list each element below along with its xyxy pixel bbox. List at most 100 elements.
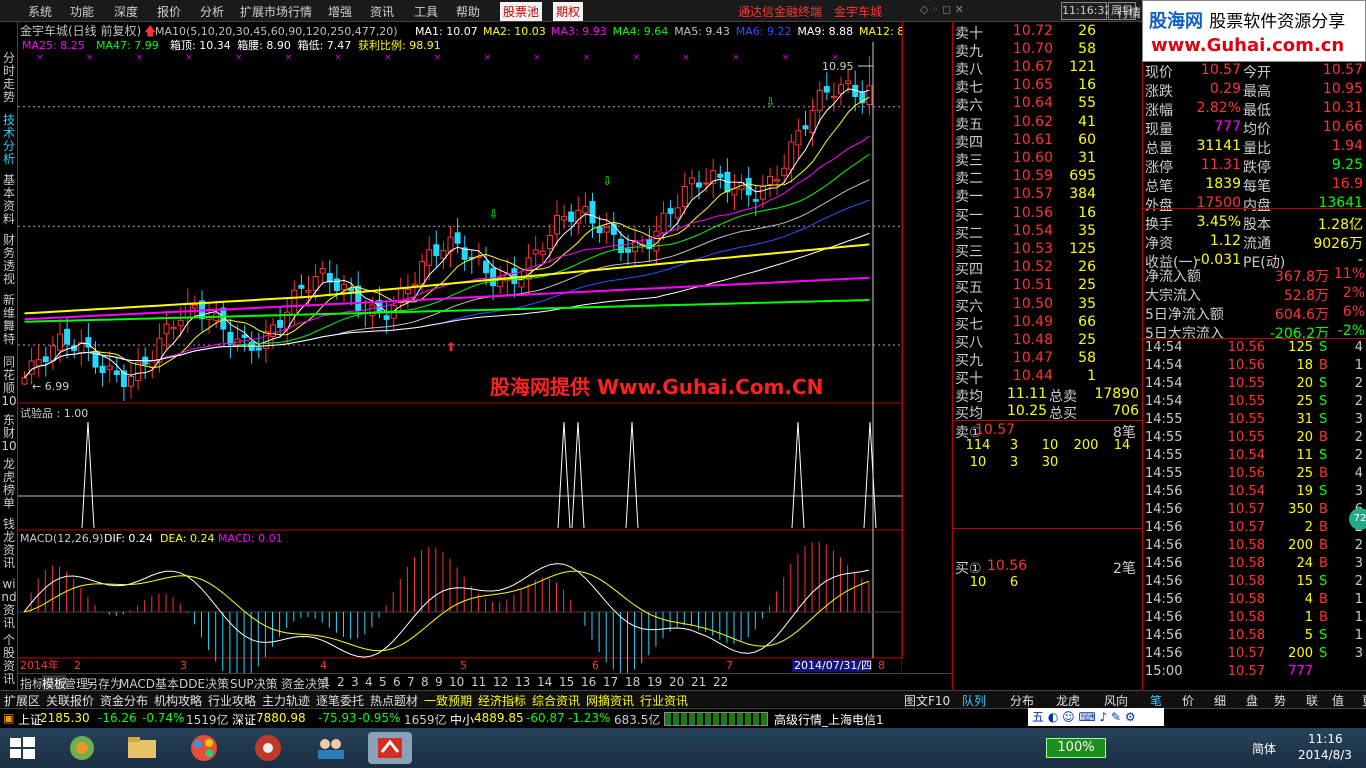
indicator-tab-20[interactable]: 13: [515, 675, 530, 689]
kline-chart[interactable]: ⬆⇩⇩⇩× × × × × × × × × × × × × × × × ×金宇车城(日线 前复权) 🡅MA10(5…: [18, 22, 902, 673]
indicator-tab-21[interactable]: 14: [537, 675, 552, 689]
tick-count: 3: [1354, 412, 1363, 427]
zoom-badge[interactable]: 100%: [1046, 738, 1106, 758]
extension-tab-1[interactable]: 关联报价: [46, 692, 94, 709]
extension-tab-12[interactable]: 行业资讯: [640, 692, 688, 709]
tray-clock-time[interactable]: 11:16: [1308, 732, 1343, 746]
window-controls[interactable]: ◇ ◦ ◻ ✕: [920, 3, 964, 16]
indicator-tab-19[interactable]: 12: [493, 675, 508, 689]
taskbar-app-folder-icon[interactable]: [120, 732, 164, 764]
right-tab-4[interactable]: 笔: [1150, 692, 1162, 709]
extension-tab-4[interactable]: 行业攻略: [208, 692, 256, 709]
taskbar-app-360-icon[interactable]: [60, 732, 104, 764]
right-tab-10[interactable]: 值: [1332, 692, 1344, 709]
sidenav-item-8[interactable]: 钱龙资讯: [1, 518, 17, 570]
menu-item-2[interactable]: 深度: [114, 3, 138, 20]
sidenav-item-10[interactable]: 个股资讯: [1, 634, 17, 686]
extension-tab-8[interactable]: 一致预期: [424, 692, 472, 709]
sidenav-item-5[interactable]: 同花顺10: [1, 356, 17, 408]
indicator-tab-15[interactable]: 8: [421, 675, 429, 689]
menu-item-9[interactable]: 帮助: [456, 3, 480, 20]
indicator-tab-28[interactable]: 21: [691, 675, 706, 689]
menu-options[interactable]: 期权: [553, 2, 584, 21]
menu-item-6[interactable]: 增强: [328, 3, 352, 20]
right-tab-5[interactable]: 价: [1182, 692, 1194, 709]
indicator-tab-8[interactable]: 1: [323, 675, 331, 689]
sidenav-item-2[interactable]: 基本资料: [1, 174, 17, 226]
scroll-badge[interactable]: 72: [1349, 508, 1366, 530]
right-tab-6[interactable]: 细: [1214, 692, 1226, 709]
right-tab-8[interactable]: 势: [1274, 692, 1286, 709]
extension-tab-0[interactable]: 扩展区: [4, 692, 40, 709]
menu-item-0[interactable]: 系统: [28, 3, 52, 20]
right-tab-7[interactable]: 盘: [1246, 692, 1258, 709]
sidenav-item-3[interactable]: 财务透视: [1, 234, 17, 286]
extension-tab-3[interactable]: 机构攻略: [154, 692, 202, 709]
indicator-tab-10[interactable]: 3: [351, 675, 359, 689]
indicator-tab-18[interactable]: 11: [471, 675, 486, 689]
right-tab-3[interactable]: 风向: [1104, 692, 1128, 709]
flow-pct: -2%: [1337, 323, 1365, 339]
menu-item-1[interactable]: 功能: [70, 3, 94, 20]
extension-tab-5[interactable]: 主力轨迹: [262, 692, 310, 709]
taskbar-app-palette-icon[interactable]: [182, 732, 226, 764]
taskbar-app-users-icon[interactable]: [308, 732, 352, 764]
menu-item-7[interactable]: 资讯: [370, 3, 394, 20]
indicator-tab-26[interactable]: 19: [647, 675, 662, 689]
indicator-tab-27[interactable]: 20: [669, 675, 684, 689]
indicator-tab-11[interactable]: 4: [365, 675, 373, 689]
indicator-tab-14[interactable]: 7: [407, 675, 415, 689]
tray-clock-date[interactable]: 2014/8/3: [1298, 748, 1352, 762]
extension-tab-11[interactable]: 网摘资讯: [586, 692, 634, 709]
ask-row-9-price: 10.57: [1012, 185, 1053, 202]
right-tab-11[interactable]: 更: [1362, 692, 1366, 709]
quotes-button[interactable]: 行情: [1117, 4, 1141, 21]
indicator-tab-13[interactable]: 6: [393, 675, 401, 689]
taskbar-app-tdx-icon[interactable]: [368, 732, 412, 764]
ime-indicator[interactable]: 五 ◐ ☺ ⌨ ♪ ✎ ⚙: [1028, 708, 1164, 726]
menu-stock-pool[interactable]: 股票池: [500, 2, 543, 21]
start-button[interactable]: [8, 736, 38, 760]
indicator-tab-17[interactable]: 10: [449, 675, 464, 689]
menu-item-4[interactable]: 分析: [200, 3, 224, 20]
right-tab-9[interactable]: 联: [1306, 692, 1318, 709]
indicator-tab-23[interactable]: 16: [581, 675, 596, 689]
sidenav-item-4[interactable]: 新维舞特: [1, 294, 17, 346]
menu-item-3[interactable]: 报价: [157, 3, 181, 20]
language-indicator[interactable]: 简体: [1252, 740, 1276, 757]
indicator-tab-24[interactable]: 17: [603, 675, 618, 689]
extension-tab-2[interactable]: 资金分布: [100, 692, 148, 709]
indicator-tab-9[interactable]: 2: [337, 675, 345, 689]
taskbar-app-media-icon[interactable]: [246, 732, 290, 764]
stat-label-a: 涨幅: [1145, 103, 1173, 119]
menu-link-terminal[interactable]: 通达信金融终端: [738, 3, 822, 20]
right-tab-1[interactable]: 分布: [1010, 692, 1034, 709]
stat-label-b: 最高: [1243, 84, 1271, 100]
indicator-tab-29[interactable]: 22: [713, 675, 728, 689]
indicator-tab-12[interactable]: 5: [379, 675, 387, 689]
indicator-tab-25[interactable]: 18: [625, 675, 640, 689]
right-tab-0[interactable]: 队列: [962, 692, 986, 709]
stat-label-a: 净资: [1145, 236, 1173, 252]
indicator-tab-16[interactable]: 9: [435, 675, 443, 689]
extension-tab-10[interactable]: 综合资讯: [532, 692, 580, 709]
sidenav-item-0[interactable]: 分时走势: [1, 52, 17, 104]
extension-tab-7[interactable]: 热点题材: [370, 692, 418, 709]
right-tab-2[interactable]: 龙虎: [1056, 692, 1080, 709]
stat-value-b: 10.31: [1322, 100, 1363, 116]
tab-f10[interactable]: 图文F10: [904, 692, 950, 709]
stat-value-a: 777: [1214, 119, 1241, 135]
menu-item-8[interactable]: 工具: [414, 3, 438, 20]
sidenav-item-7[interactable]: 龙虎榜单: [1, 458, 17, 510]
indicator-tab-22[interactable]: 15: [559, 675, 574, 689]
extension-tab-9[interactable]: 经济指标: [478, 692, 526, 709]
sidenav-item-6[interactable]: 东财10: [1, 414, 17, 453]
sidenav-item-9[interactable]: wind资讯: [1, 578, 17, 630]
sidenav-item-1[interactable]: 技术分析: [1, 114, 17, 166]
bid-row-8: 买九 10.47 58: [953, 350, 1143, 369]
tick-volume: 31: [1296, 412, 1313, 427]
extension-tab-6[interactable]: 逐笔委托: [316, 692, 364, 709]
menu-item-5[interactable]: 扩展市场行情: [240, 3, 312, 20]
menu-link-stock[interactable]: 金宇车城: [834, 3, 882, 20]
stat-row-6: 总笔 1839 每笔 16.9: [1143, 176, 1366, 195]
